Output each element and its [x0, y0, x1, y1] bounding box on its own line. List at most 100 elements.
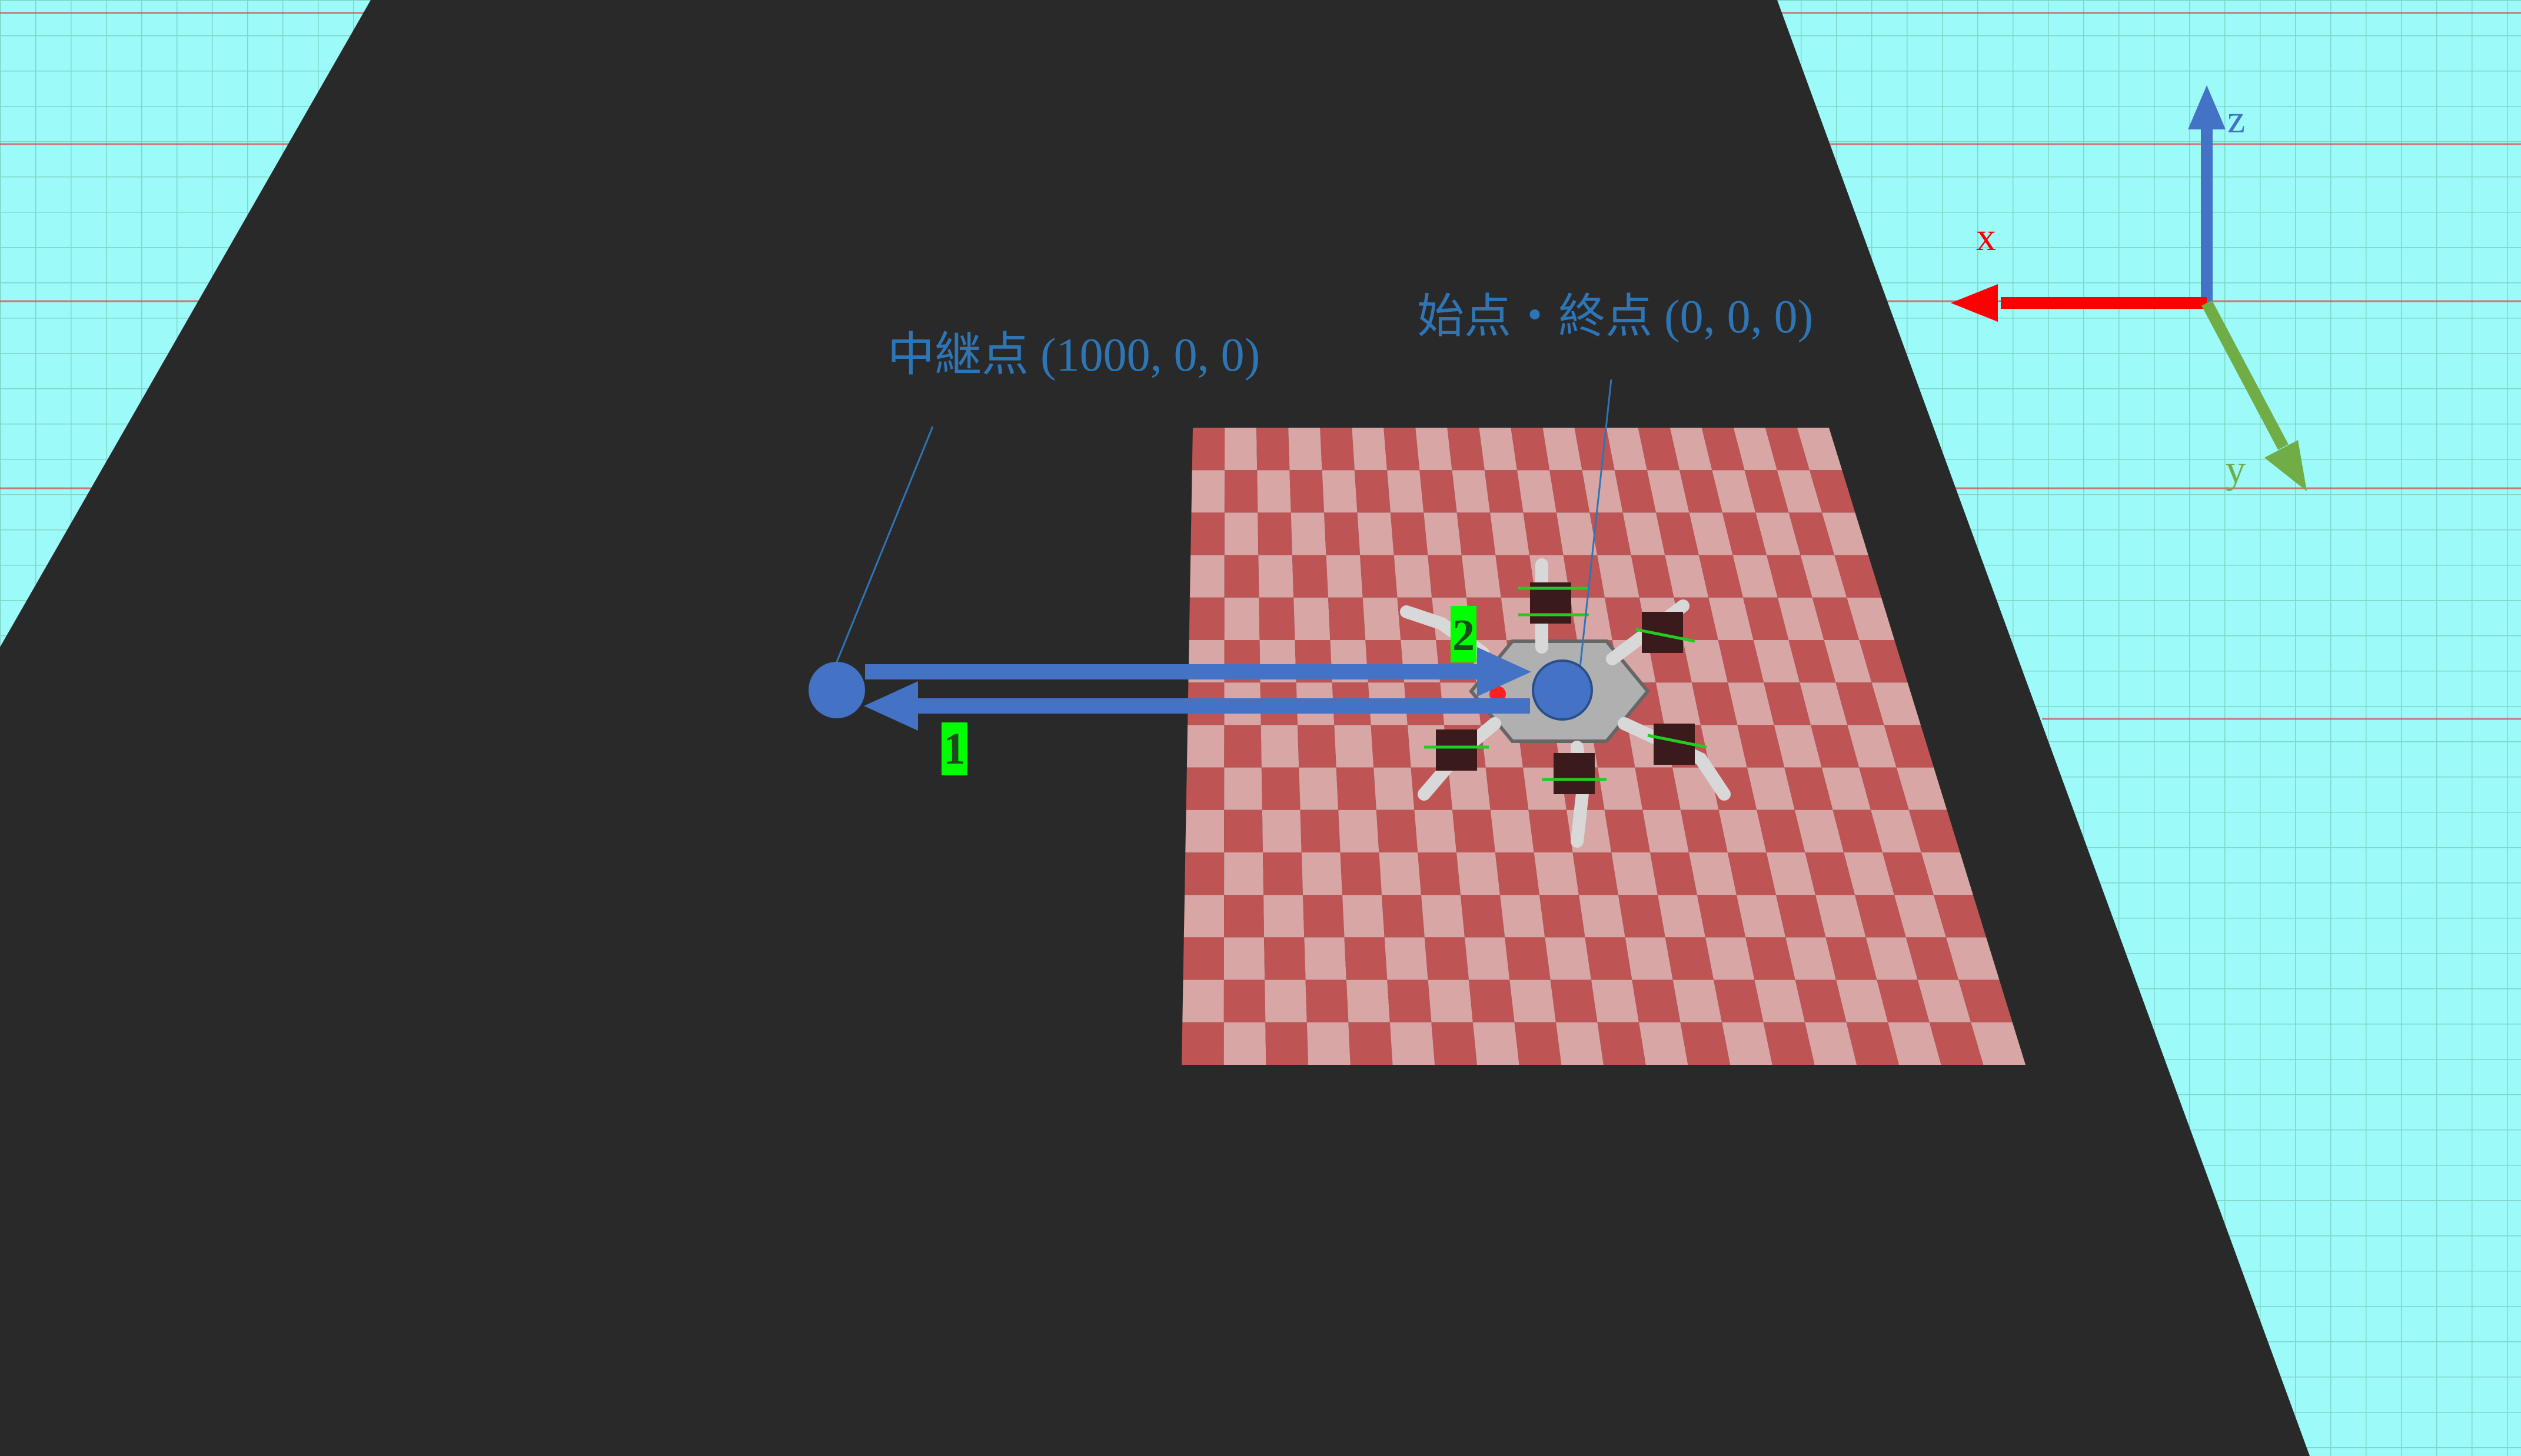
checker-tile — [1658, 895, 1705, 938]
checker-tile — [1348, 1022, 1393, 1065]
checker-tile — [1539, 895, 1585, 938]
checker-tile — [1338, 809, 1379, 852]
checker-tile — [1300, 809, 1341, 852]
checker-tile — [1393, 555, 1432, 598]
checker-tile — [1452, 470, 1491, 513]
checker-tile — [1293, 597, 1331, 640]
checker-tile — [1265, 1022, 1309, 1065]
checker-tile — [1382, 895, 1425, 938]
checker-tile — [1257, 470, 1291, 513]
checker-tile — [1182, 979, 1224, 1022]
checker-tile — [1418, 852, 1461, 895]
checker-tile — [1186, 767, 1225, 810]
z-axis-label: z — [2227, 96, 2245, 141]
checker-tile — [1428, 979, 1473, 1022]
checker-tile — [1189, 555, 1225, 598]
checker-tile — [1223, 937, 1265, 980]
checker-tile — [1421, 895, 1465, 938]
checker-tile — [1452, 809, 1495, 852]
checker-tile — [1224, 512, 1259, 555]
checker-tile — [1479, 428, 1517, 471]
checker-tile — [1340, 852, 1382, 895]
y-axis-label: y — [2226, 447, 2246, 491]
checker-tile — [1514, 1022, 1562, 1065]
checker-tile — [1360, 555, 1398, 598]
checker-tile — [1387, 470, 1424, 513]
checker-tile — [1186, 725, 1225, 768]
checker-tile — [1495, 555, 1536, 598]
checker-tile — [1324, 512, 1361, 555]
checker-tile — [1303, 895, 1345, 938]
checker-tile — [1224, 895, 1265, 938]
checker-tile — [1472, 1022, 1519, 1065]
checker-tile — [1288, 428, 1322, 471]
checker-tile — [1534, 852, 1579, 895]
checker-tile — [1597, 1022, 1646, 1065]
checker-tile — [1611, 852, 1658, 895]
checker-tile — [1189, 597, 1225, 640]
checker-tile — [1299, 767, 1339, 810]
checker-tile — [1301, 852, 1342, 895]
checker-tile — [1320, 428, 1355, 471]
checker-tile — [1579, 895, 1625, 938]
checker-tile — [1625, 937, 1673, 980]
checker-tile — [1447, 428, 1485, 471]
start-end-waypoint-label: 始点・終点 (0, 0, 0) — [1417, 291, 1813, 343]
checker-tile — [1639, 1022, 1688, 1065]
checker-tile — [1342, 895, 1385, 938]
checker-tile — [1389, 1022, 1435, 1065]
checker-tile — [1591, 979, 1639, 1022]
checker-tile — [1384, 937, 1428, 980]
path-marker-1: 1 — [942, 722, 967, 775]
checker-tile — [1262, 809, 1302, 852]
path-marker-1-text: 1 — [943, 724, 966, 774]
checker-tile — [1225, 428, 1258, 471]
checker-tile — [1490, 512, 1529, 555]
checker-tile — [1304, 937, 1346, 980]
checker-tile — [1428, 555, 1466, 598]
checker-tile — [1223, 979, 1266, 1022]
checker-tile — [1185, 809, 1225, 852]
checker-tile — [1424, 937, 1469, 980]
checker-tile — [1431, 1022, 1477, 1065]
checker-tile — [1523, 512, 1564, 555]
start-end-waypoint — [1532, 659, 1593, 721]
checker-tile — [1672, 979, 1722, 1022]
checker-tile — [1258, 555, 1294, 598]
checker-tile — [1224, 725, 1262, 768]
checker-tile — [1346, 979, 1390, 1022]
checker-tile — [1415, 428, 1452, 471]
checker-tile — [1390, 512, 1428, 555]
path-marker-2: 2 — [1451, 606, 1476, 662]
checker-tile — [1260, 725, 1299, 768]
checker-tile — [1344, 937, 1388, 980]
checker-tile — [1224, 597, 1260, 640]
checker-tile — [1263, 895, 1305, 938]
checker-tile — [1456, 852, 1500, 895]
relay-waypoint-label: 中継点 (1000, 0, 0) — [887, 329, 1260, 381]
checker-tile — [1469, 979, 1515, 1022]
checker-tile — [1305, 979, 1349, 1022]
checker-tile — [1495, 852, 1539, 895]
checker-tile — [1185, 852, 1225, 895]
checker-tile — [1357, 512, 1394, 555]
checker-tile — [1461, 555, 1501, 598]
checker-tile — [1550, 979, 1598, 1022]
checker-tile — [1261, 767, 1301, 810]
checker-tile — [1183, 895, 1225, 938]
checker-tile — [1456, 512, 1496, 555]
checker-tile — [1182, 1022, 1224, 1065]
checker-tile — [1665, 937, 1714, 980]
relay-waypoint — [809, 662, 865, 718]
checker-tile — [1334, 725, 1374, 768]
checker-tile — [1190, 512, 1225, 555]
checker-tile — [1258, 512, 1292, 555]
checker-tile — [1256, 428, 1290, 471]
checker-tile — [1500, 895, 1545, 938]
checker-tile — [1291, 512, 1326, 555]
checker-tile — [1223, 1022, 1266, 1065]
checker-tile — [1618, 895, 1665, 938]
checker-tile — [1424, 512, 1462, 555]
checker-tile — [1362, 597, 1401, 640]
checker-tile — [1354, 470, 1391, 513]
